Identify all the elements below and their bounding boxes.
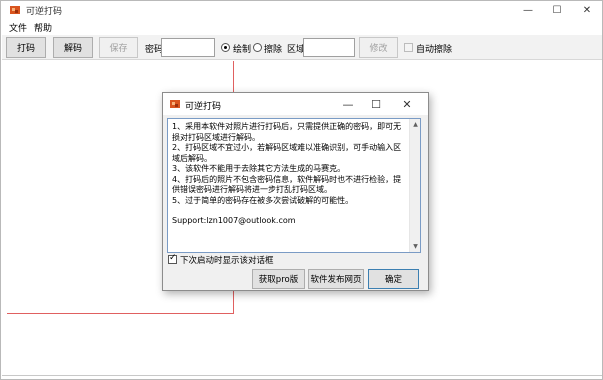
erase-label[interactable]: 擦除 [264,42,282,55]
erase-radio[interactable] [253,43,262,52]
info-line: 4、打码后的照片不包含密码信息，软件解码时也不进行检验，提供错误密码进行解码将进… [172,174,402,195]
about-dialog: 可逆打码 — ☐ ✕ 1、采用本软件对照片进行打码后，只需提供正确的密码，即可无… [162,92,429,291]
draw-radio[interactable] [221,43,230,52]
close-icon: ✕ [402,97,412,111]
dialog-title-bar: 可逆打码 — ☐ ✕ [163,93,428,115]
password-input[interactable] [161,38,215,57]
minimize-icon: — [523,4,533,16]
toolbar: 打码 解码 保存 密码 绘制 擦除 区域 修改 自动擦除 [2,35,602,60]
app-logo-icon [170,100,180,108]
vertical-scrollbar[interactable]: ▲ ▼ [409,119,420,252]
info-text: 1、采用本软件对照片进行打码后，只需提供正确的密码，即可无损对打码区域进行解码。… [172,122,407,227]
minimize-button[interactable]: — [513,1,543,19]
show-on-start-checkbox[interactable] [168,253,177,264]
info-line: 1、采用本软件对照片进行打码后，只需提供正确的密码，即可无损对打码区域进行解码。 [172,122,402,142]
dialog-minimize-button[interactable]: — [338,95,358,113]
dialog-close-button[interactable]: ✕ [397,95,417,113]
get-pro-button[interactable]: 获取pro版 [252,269,305,289]
support-email: Support:lzn1007@outlook.com [172,216,296,225]
maximize-button[interactable]: ☐ [542,1,572,19]
close-icon: ✕ [582,4,592,16]
info-line: 5、过于简单的密码存在被多次尝试破解的可能性。 [172,195,354,205]
auto-erase-checkbox[interactable] [404,43,413,52]
draw-label[interactable]: 绘制 [233,42,251,55]
menu-file[interactable]: 文件 [9,21,27,34]
encode-button[interactable]: 打码 [6,37,46,58]
scroll-up-icon[interactable]: ▲ [412,121,419,128]
dialog-title: 可逆打码 [185,102,222,112]
maximize-icon: ☐ [552,4,562,16]
modify-button[interactable]: 修改 [359,37,398,58]
menu-help[interactable]: 帮助 [34,21,52,34]
publish-page-button[interactable]: 软件发布网页 [308,269,364,289]
decode-button[interactable]: 解码 [53,37,93,58]
info-textbox[interactable]: 1、采用本软件对照片进行打码后，只需提供正确的密码，即可无损对打码区域进行解码。… [167,118,421,253]
ok-button[interactable]: 确定 [368,269,419,289]
auto-erase-label[interactable]: 自动擦除 [416,42,452,55]
scroll-down-icon[interactable]: ▼ [412,243,419,250]
show-on-start-label[interactable]: 下次启动时显示该对话框 [180,254,274,266]
region-input[interactable] [303,38,355,57]
window-title: 可逆打码 [26,7,63,17]
info-line: 2、打码区域不宜过小，若解码区域难以准确识别，可手动输入区域后解码。 [172,143,402,163]
canvas-border [2,375,602,376]
info-line: 3、该软件不能用于去除其它方法生成的马赛克。 [172,164,346,173]
save-button[interactable]: 保存 [99,37,138,58]
menu-bar: 文件 帮助 [1,20,602,34]
maximize-icon: ☐ [371,97,381,111]
minimize-icon: — [342,97,354,111]
close-button[interactable]: ✕ [572,1,602,19]
title-bar: 可逆打码 — ☐ ✕ [1,1,602,19]
app-logo-icon [10,6,20,14]
canvas-guide-horizontal [7,313,234,314]
dialog-maximize-button[interactable]: ☐ [366,95,386,113]
